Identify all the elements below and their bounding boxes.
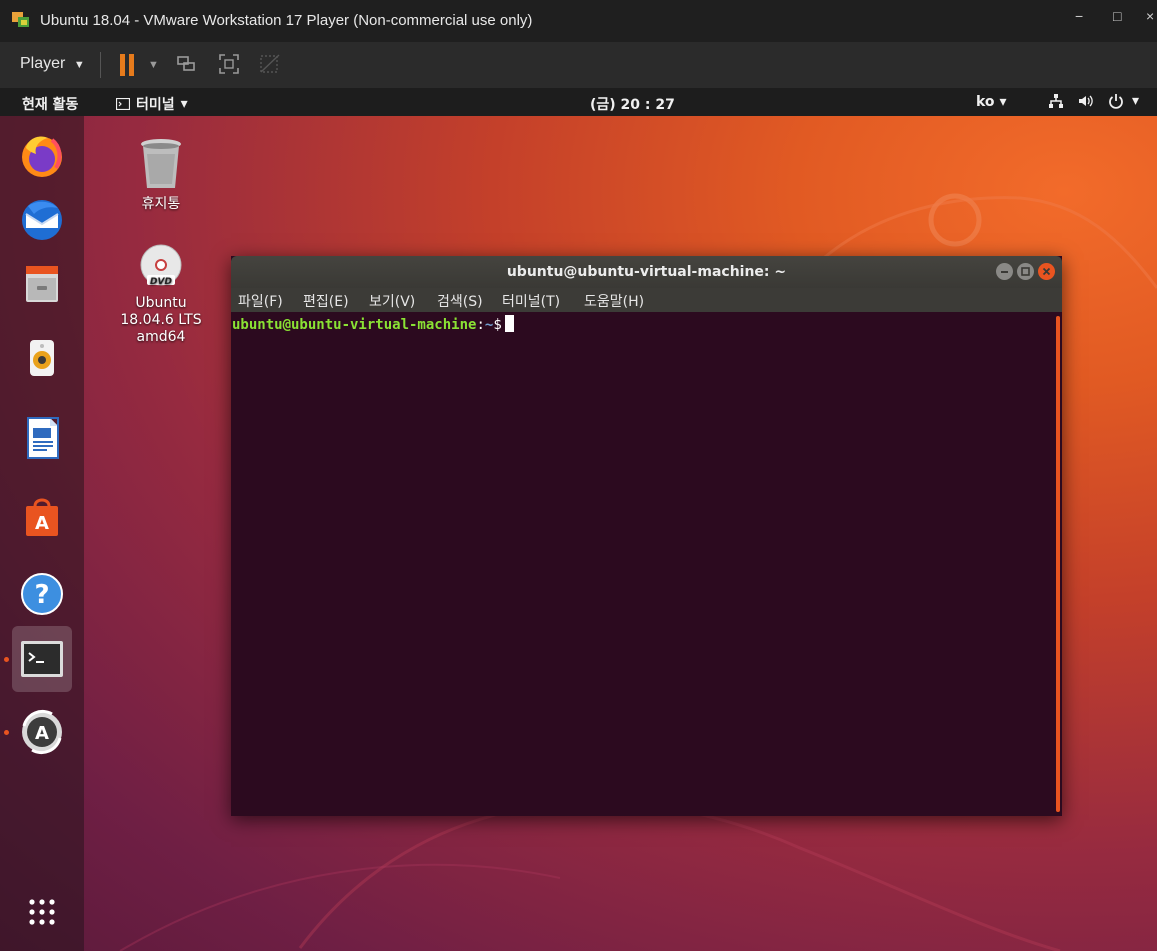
minimize-button[interactable]: −: [1075, 8, 1083, 24]
terminal-title: ubuntu@ubuntu-virtual-machine: ~: [506, 264, 787, 280]
terminal-scrollbar[interactable]: [1056, 316, 1060, 812]
terminal-output[interactable]: ubuntu@ubuntu-virtual-machine:~$: [231, 312, 1054, 816]
vmware-toolbar: Player ▼ ▼: [0, 42, 1157, 89]
dock-item-rhythmbox[interactable]: [12, 328, 72, 388]
maximize-button[interactable]: [1017, 263, 1034, 280]
gnome-top-bar: 현재 활동 터미널 ▾ (금) 20 : 27 ko ▾ ▾: [0, 88, 1157, 116]
ubuntu-software-icon: A: [26, 498, 58, 536]
vmware-titlebar: Ubuntu 18.04 - VMware Workstation 17 Pla…: [0, 0, 1157, 42]
svg-text:?: ?: [34, 580, 49, 610]
prompt-colon: :: [476, 317, 485, 333]
terminal-titlebar[interactable]: ubuntu@ubuntu-virtual-machine: ~: [231, 256, 1062, 288]
rhythmbox-icon: [30, 340, 54, 376]
minimize-button[interactable]: [996, 263, 1013, 280]
help-icon: ?: [21, 573, 63, 615]
running-indicator: [4, 657, 9, 662]
thunderbird-icon: [22, 200, 62, 240]
power-icon: [1109, 94, 1123, 109]
dock-item-terminal[interactable]: [12, 626, 72, 692]
terminal-menubar: 파일(F) 편집(E) 보기(V) 검색(S) 터미널(T) 도움말(H): [231, 288, 1062, 312]
activities-button[interactable]: 현재 활동: [22, 94, 78, 114]
system-tray[interactable]: ▾: [1048, 93, 1139, 109]
running-indicator: [4, 730, 9, 735]
show-applications-button[interactable]: [12, 882, 72, 942]
vmware-logo-icon: [12, 12, 29, 27]
dock-item-help[interactable]: ?: [12, 564, 72, 624]
dvd-label-line1: Ubuntu: [135, 295, 187, 311]
unity-mode-icon[interactable]: [258, 53, 282, 75]
menu-edit[interactable]: 편집(E): [303, 291, 349, 311]
minimize-icon: [1001, 271, 1008, 273]
player-menu-label: Player: [20, 55, 66, 72]
dvd-label-line2: 18.04.6 LTS: [120, 312, 202, 328]
trash-icon: [141, 139, 181, 188]
dock-item-firefox[interactable]: [12, 126, 72, 186]
volume-icon: [1079, 95, 1093, 107]
menu-terminal[interactable]: 터미널(T): [502, 291, 560, 311]
menu-file[interactable]: 파일(F): [238, 291, 283, 311]
clock[interactable]: (금) 20 : 27: [590, 94, 675, 114]
apps-grid-icon: [29, 899, 55, 925]
svg-text:A: A: [35, 513, 49, 534]
dvd-label-line3: amd64: [136, 329, 186, 345]
software-updater-icon: A: [22, 709, 62, 755]
libreoffice-writer-icon: [27, 417, 59, 459]
chevron-down-icon: ▼: [73, 59, 85, 71]
chevron-down-icon: ▾: [180, 96, 188, 112]
ubuntu-desktop[interactable]: 현재 활동 터미널 ▾ (금) 20 : 27 ko ▾ ▾ A ? A 휴지통…: [0, 88, 1157, 951]
maximize-button[interactable]: □: [1113, 8, 1121, 24]
close-icon: [1042, 267, 1051, 276]
app-menu-label: 터미널: [136, 97, 175, 113]
terminal-icon: [21, 641, 63, 677]
dock-item-software-updater[interactable]: A: [12, 702, 72, 762]
close-button[interactable]: ×: [1146, 8, 1154, 24]
prompt-user: ubuntu@ubuntu-virtual-machine: [232, 317, 477, 333]
pause-icon[interactable]: [120, 54, 134, 76]
player-menu-button[interactable]: Player ▼: [20, 55, 85, 73]
dock-item-ubuntu-software[interactable]: A: [12, 486, 72, 546]
app-menu-button[interactable]: 터미널 ▾: [116, 94, 188, 114]
menu-search[interactable]: 검색(S): [437, 291, 483, 311]
toolbar-divider: [100, 52, 101, 78]
dock-item-thunderbird[interactable]: [12, 190, 72, 250]
pause-dropdown-chevron-icon[interactable]: ▼: [148, 59, 159, 71]
dock: A ? A: [0, 116, 84, 951]
language-label: ko: [976, 94, 995, 110]
text-cursor: [504, 315, 514, 332]
chevron-down-icon: ▾: [999, 94, 1007, 110]
files-icon: [26, 266, 58, 302]
close-button[interactable]: [1038, 263, 1055, 280]
terminal-window[interactable]: ubuntu@ubuntu-virtual-machine: ~ 파일(F) 편…: [231, 256, 1062, 816]
chevron-down-icon: ▾: [1132, 93, 1140, 109]
desktop-icon-dvd[interactable]: DVD Ubuntu 18.04.6 LTS amd64: [111, 243, 211, 346]
menu-help[interactable]: 도움말(H): [584, 291, 644, 311]
dock-item-files[interactable]: [12, 254, 72, 314]
send-ctrl-alt-del-icon[interactable]: [175, 53, 197, 75]
window-buttons: [996, 263, 1055, 280]
dock-item-libreoffice-writer[interactable]: [12, 408, 72, 468]
window-title: Ubuntu 18.04 - VMware Workstation 17 Pla…: [40, 12, 533, 29]
terminal-small-icon: [116, 98, 130, 110]
trash-label: 휴지통: [141, 196, 181, 212]
firefox-icon: [22, 136, 62, 177]
desktop-icon-trash[interactable]: 휴지통: [111, 136, 211, 213]
prompt-symbol: $: [493, 317, 502, 333]
dvd-icon: DVD: [140, 244, 182, 287]
input-language-button[interactable]: ko ▾: [976, 94, 1006, 110]
dvd-badge: DVD: [150, 277, 172, 287]
svg-text:A: A: [35, 723, 49, 744]
menu-view[interactable]: 보기(V): [369, 291, 415, 311]
full-screen-icon[interactable]: [218, 53, 240, 75]
prompt-line: ubuntu@ubuntu-virtual-machine:~$: [232, 315, 514, 333]
maximize-icon: [1021, 267, 1030, 276]
network-icon: [1049, 94, 1063, 108]
